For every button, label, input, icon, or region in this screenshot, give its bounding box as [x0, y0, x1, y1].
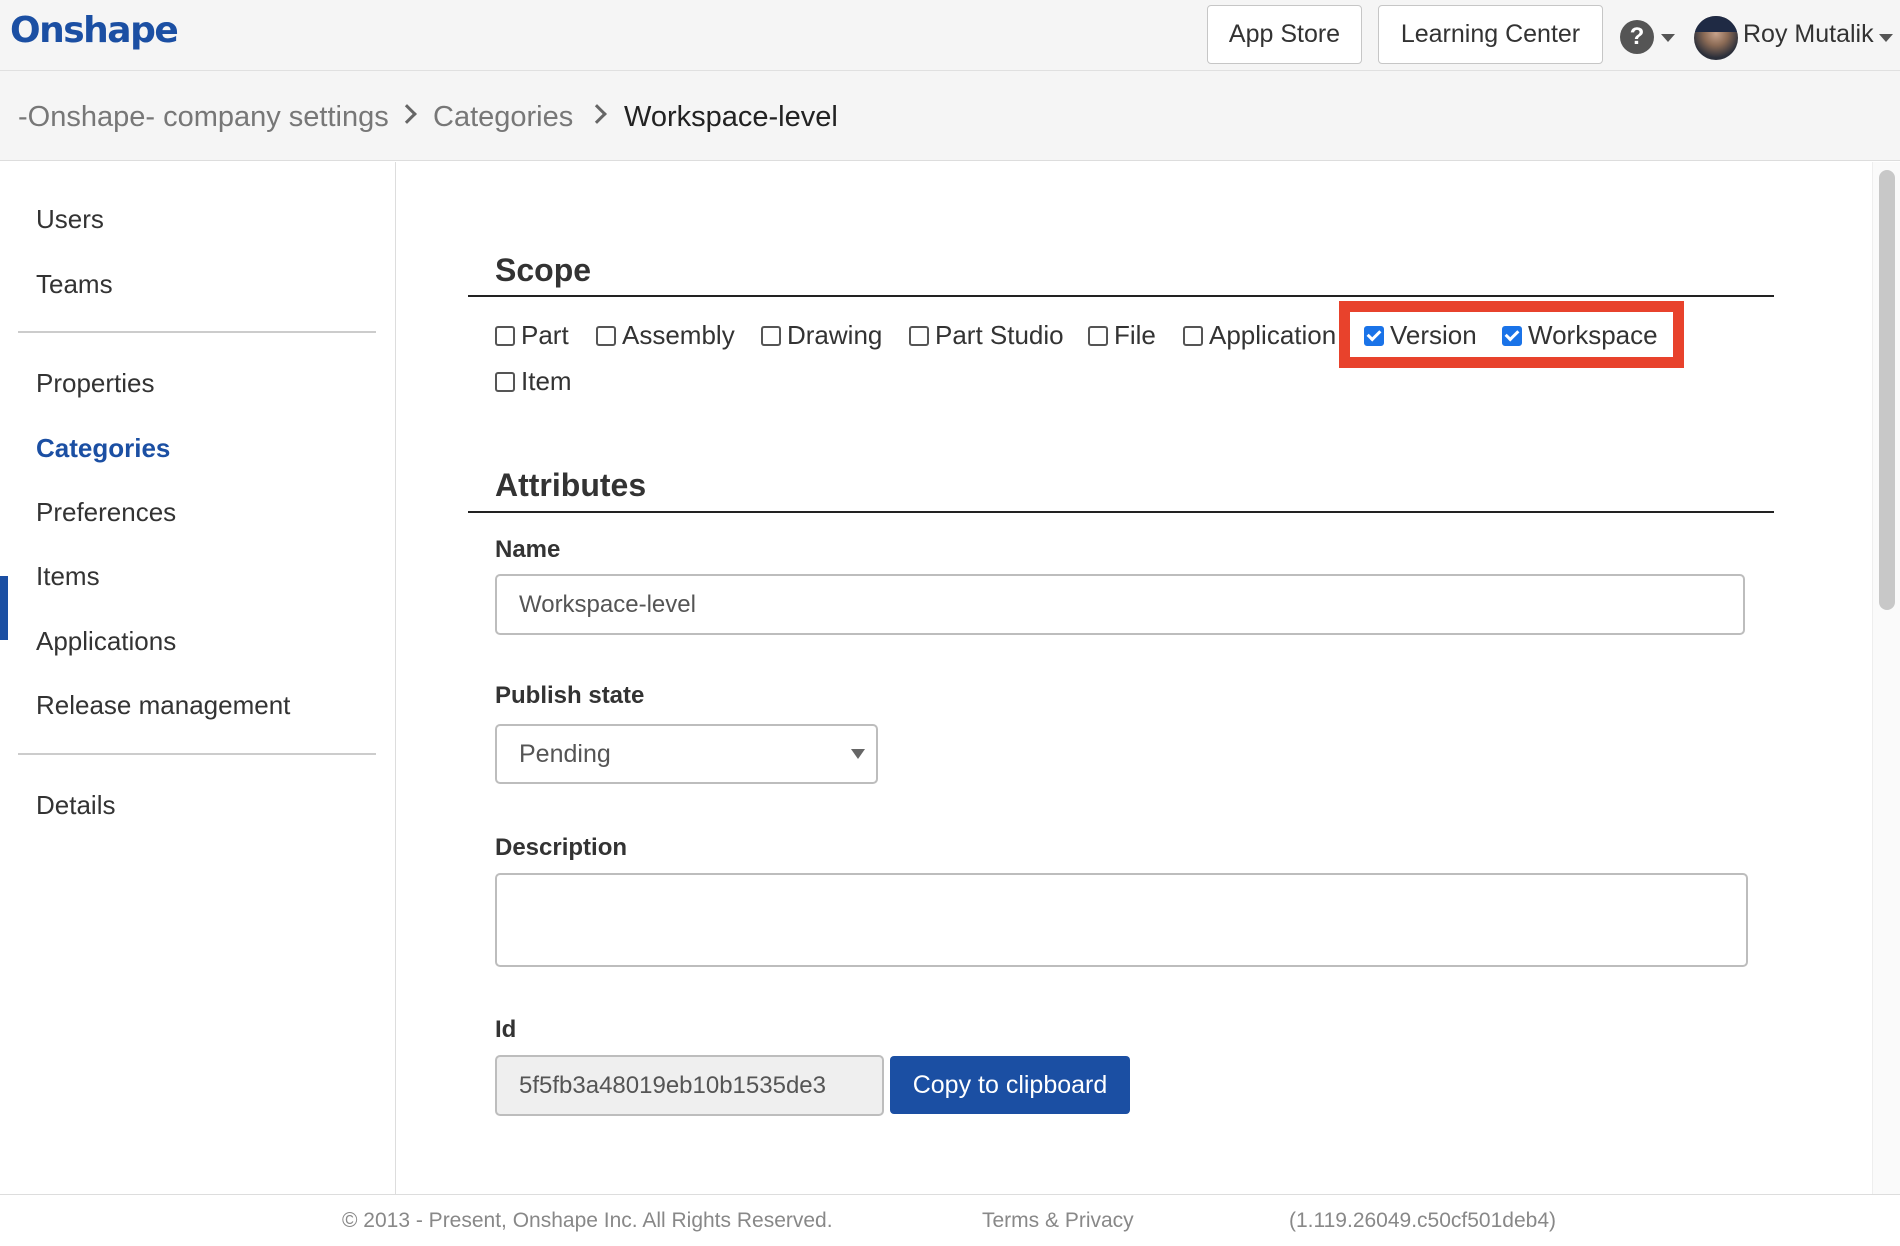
sidebar-item-release-management[interactable]: Release management: [36, 690, 290, 721]
help-chevron-down-icon[interactable]: [1661, 34, 1675, 42]
onshape-logo[interactable]: Onshape: [10, 10, 179, 51]
name-label: Name: [495, 536, 561, 563]
checkbox-part[interactable]: [495, 325, 515, 346]
footer-terms-link[interactable]: Terms & Privacy: [982, 1209, 1134, 1233]
sidebar-item-preferences[interactable]: Preferences: [36, 497, 176, 528]
scope-checkbox-drawing[interactable]: Drawing: [761, 320, 882, 351]
copy-to-clipboard-button[interactable]: Copy to clipboard: [890, 1056, 1130, 1114]
scope-checkbox-item[interactable]: Item: [495, 366, 572, 397]
sidebar-divider: [18, 331, 376, 333]
publish-state-value: Pending: [519, 739, 611, 768]
sidebar-item-properties[interactable]: Properties: [36, 368, 155, 399]
breadcrumb-company-settings[interactable]: -Onshape- company settings: [18, 101, 389, 134]
breadcrumb: -Onshape- company settings Categories Wo…: [0, 71, 1900, 161]
top-bar: Onshape App Store Learning Center ? Roy …: [0, 0, 1900, 71]
learning-center-button[interactable]: Learning Center: [1378, 5, 1603, 64]
description-field[interactable]: [495, 873, 1748, 967]
scope-heading: Scope: [495, 252, 592, 288]
checkbox-item[interactable]: [495, 371, 515, 392]
publish-state-select[interactable]: Pending: [495, 724, 878, 784]
scrollbar-thumb[interactable]: [1879, 170, 1895, 610]
sidebar-divider: [18, 753, 376, 755]
app-store-button[interactable]: App Store: [1207, 5, 1362, 64]
attributes-divider: [468, 511, 1774, 513]
id-field[interactable]: 5f5fb3a48019eb10b1535de3: [495, 1055, 884, 1116]
sidebar-item-categories[interactable]: Categories: [36, 433, 170, 464]
chevron-down-icon[interactable]: [851, 749, 865, 759]
highlight-annotation: [1339, 301, 1684, 368]
avatar[interactable]: [1694, 16, 1738, 60]
checkbox-application[interactable]: [1183, 325, 1203, 346]
breadcrumb-categories[interactable]: Categories: [433, 101, 573, 134]
publish-state-label: Publish state: [495, 682, 645, 709]
checkbox-assembly[interactable]: [596, 325, 616, 346]
scope-checkbox-application[interactable]: Application: [1183, 320, 1336, 351]
user-chevron-down-icon[interactable]: [1879, 34, 1893, 42]
user-name[interactable]: Roy Mutalik: [1743, 20, 1874, 49]
scope-checkbox-part-studio[interactable]: Part Studio: [909, 320, 1064, 351]
checkbox-part-studio[interactable]: [909, 325, 929, 346]
sidebar-item-users[interactable]: Users: [36, 204, 104, 235]
scope-divider: [468, 295, 1774, 297]
footer-version: (1.119.26049.c50cf501deb4): [1289, 1209, 1556, 1232]
id-label: Id: [495, 1016, 517, 1043]
name-field[interactable]: Workspace-level: [495, 574, 1745, 635]
sidebar-active-indicator: [0, 576, 8, 640]
scope-checkbox-part[interactable]: Part: [495, 320, 569, 351]
scope-checkbox-assembly[interactable]: Assembly: [596, 320, 735, 351]
description-label: Description: [495, 834, 628, 861]
scope-checkbox-file[interactable]: File: [1088, 320, 1156, 351]
sidebar: Users Teams Properties Categories Prefer…: [0, 162, 396, 1194]
sidebar-item-details[interactable]: Details: [36, 790, 115, 821]
breadcrumb-chevron-icon: [397, 104, 417, 124]
footer: © 2013 - Present, Onshape Inc. All Right…: [0, 1194, 1900, 1246]
sidebar-item-teams[interactable]: Teams: [36, 269, 113, 300]
checkbox-drawing[interactable]: [761, 325, 781, 346]
breadcrumb-chevron-icon: [587, 104, 607, 124]
sidebar-item-items[interactable]: Items: [36, 561, 100, 592]
attributes-heading: Attributes: [495, 467, 647, 503]
breadcrumb-current: Workspace-level: [624, 101, 838, 133]
footer-copyright: © 2013 - Present, Onshape Inc. All Right…: [342, 1209, 833, 1232]
checkbox-file[interactable]: [1088, 325, 1108, 346]
help-icon[interactable]: ?: [1620, 20, 1654, 54]
sidebar-item-applications[interactable]: Applications: [36, 626, 176, 657]
